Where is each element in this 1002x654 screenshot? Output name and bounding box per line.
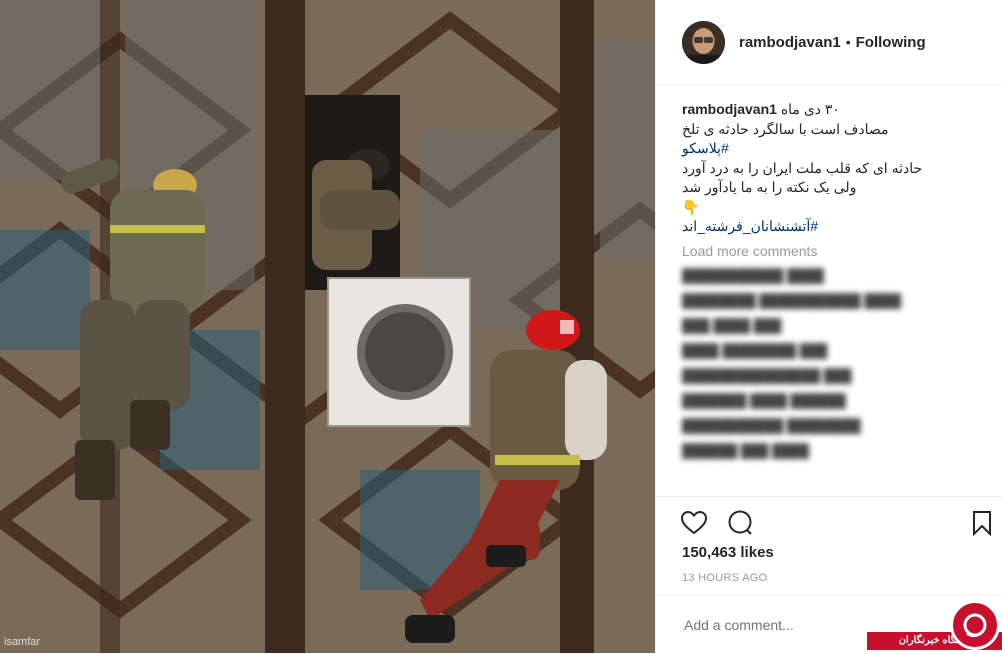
comment-icon[interactable] [726,509,754,537]
caption-line-3: ولی یک نکته را به ما یادآور شد [682,179,857,195]
news-agency-badge: باشگاه خبرنگاران [867,600,1002,653]
caption: rambodjavan1 ۳۰ دی ماه مصادف است با سالگ… [656,85,1002,237]
post-side-panel: rambodjavan1 • Following rambodjavan1 ۳۰… [655,0,1002,653]
post-timestamp[interactable]: 13 HOURS AGO [682,572,768,584]
avatar[interactable] [682,20,725,64]
caption-hashtag-1[interactable]: #پلاسکو [682,139,976,159]
likes-count[interactable]: 150,463 likes [682,544,774,561]
bookmark-icon[interactable] [968,509,996,537]
caption-date: ۳۰ دی ماه [780,101,840,117]
separator-dot: • [845,34,851,50]
photo-watermark: isamfar [4,636,40,648]
blurred-comments: ███████████ ████ ████████ ███████████ ██… [682,267,902,458]
heart-icon[interactable] [680,509,708,537]
caption-username[interactable]: rambodjavan1 [682,101,777,117]
caption-hashtag-2[interactable]: #آتشنشانان_فرشته_اند [682,217,976,237]
post-photo[interactable]: isamfar [0,0,655,653]
follow-status-button[interactable]: Following [856,34,926,51]
post-header: rambodjavan1 • Following [656,0,1002,85]
caption-line-2: حادثه ای که قلب ملت ایران را به درد آورد [682,159,923,176]
badge-logo [950,600,1000,650]
action-bar [656,496,1002,549]
load-more-comments[interactable]: Load more comments [656,237,1002,259]
caption-line-1: مصادف است با سالگرد حادثه ی تلخ [682,120,889,137]
firefighters-photo: isamfar [0,0,655,653]
header-username[interactable]: rambodjavan1 [739,34,841,51]
caption-emoji: 👇 [682,198,700,215]
